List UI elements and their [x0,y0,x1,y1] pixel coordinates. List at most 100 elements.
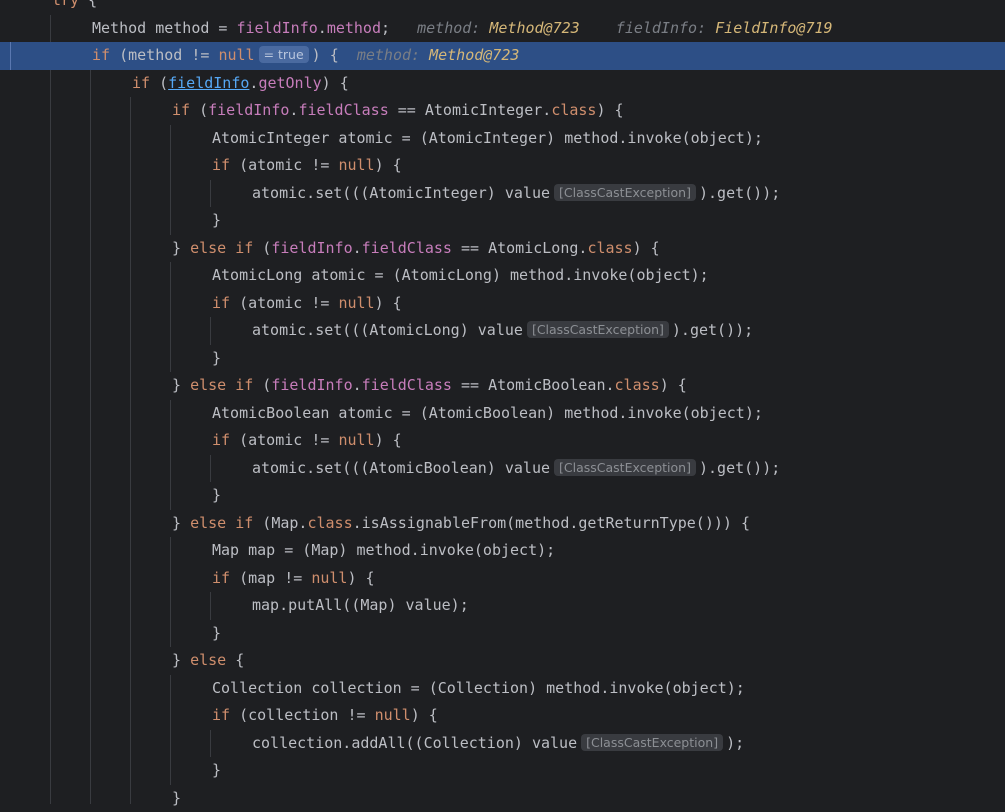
code-line[interactable]: Collection collection = (Collection) met… [0,675,1005,703]
code-line[interactable]: AtomicInteger atomic = (AtomicInteger) m… [0,125,1005,153]
code-token: ( [253,239,271,257]
code-token: null [375,706,411,724]
code-token: if [212,431,230,449]
line-code: try { [52,0,97,15]
code-token: AtomicBoolean atomic = (AtomicBoolean) m… [212,404,763,422]
code-token: ) { [375,431,402,449]
line-code: AtomicInteger atomic = (AtomicInteger) m… [212,125,763,153]
code-token: == AtomicLong. [452,239,587,257]
code-line[interactable]: } [0,757,1005,785]
code-token: } [212,624,221,642]
code-token: ) { [312,46,339,64]
code-line[interactable]: atomic.set(((AtomicBoolean) value[ClassC… [0,455,1005,483]
code-token: . [353,239,362,257]
debug-inline-value: Method@723 [489,19,579,37]
code-token: (map != [230,569,311,587]
code-token: class [307,514,352,532]
code-line[interactable]: } [0,620,1005,648]
code-line[interactable]: AtomicBoolean atomic = (AtomicBoolean) m… [0,400,1005,428]
code-token: AtomicLong atomic = (AtomicLong) method.… [212,266,709,284]
code-line[interactable]: if (atomic != null) { [0,290,1005,318]
debug-inlay-hint: [ClassCastException] [554,459,696,476]
code-token: } [212,761,221,779]
code-token: (Map. [253,514,307,532]
code-token: ).get()); [672,321,753,339]
debug-inline-value: method: [390,19,489,37]
code-line[interactable]: atomic.set(((AtomicInteger) value[ClassC… [0,180,1005,208]
line-code: } [212,482,221,510]
code-token: else if [190,376,253,394]
code-token: . [353,376,362,394]
line-code: } else if (Map.class.isAssignableFrom(me… [172,510,750,538]
code-token: == AtomicBoolean. [452,376,615,394]
code-token: atomic.set(((AtomicInteger) value [252,184,550,202]
line-code: } [212,757,221,785]
code-line[interactable]: Map map = (Map) method.invoke(object); [0,537,1005,565]
code-token: ; [381,19,390,37]
code-token: else if [190,239,253,257]
line-code: if (atomic != null) { [212,152,402,180]
code-line[interactable]: map.putAll((Map) value); [0,592,1005,620]
code-editor[interactable]: try {Method method = fieldInfo.method; m… [0,0,1005,804]
line-code: atomic.set(((AtomicLong) value[ClassCast… [252,317,753,345]
code-line[interactable]: if (map != null) { [0,565,1005,593]
code-line[interactable]: } else if (fieldInfo.fieldClass == Atomi… [0,235,1005,263]
code-token: ( [253,376,271,394]
line-code: } [212,207,221,235]
code-line[interactable]: } [0,345,1005,373]
line-code: AtomicBoolean atomic = (AtomicBoolean) m… [212,400,763,428]
code-line[interactable]: } [0,207,1005,235]
code-token: else [190,651,226,669]
code-line[interactable]: if (atomic != null) { [0,427,1005,455]
code-token: ).get()); [699,184,780,202]
code-line[interactable]: if (fieldInfo.getOnly) { [0,70,1005,98]
code-token: { [79,0,97,9]
code-token: if [92,46,110,64]
code-token: null [218,46,254,64]
code-token: ( [150,74,168,92]
code-token: (method != [110,46,218,64]
code-line[interactable]: } [0,785,1005,812]
code-line[interactable]: Method method = fieldInfo.method; method… [0,15,1005,43]
code-line[interactable]: atomic.set(((AtomicLong) value[ClassCast… [0,317,1005,345]
line-code: Collection collection = (Collection) met… [212,675,745,703]
code-link[interactable]: fieldInfo [168,74,249,92]
code-token: ) { [375,294,402,312]
code-line[interactable]: if (fieldInfo.fieldClass == AtomicIntege… [0,97,1005,125]
code-token: fieldClass [298,101,388,119]
code-token: null [338,156,374,174]
code-token: (atomic != [230,294,338,312]
code-line[interactable]: } else if (fieldInfo.fieldClass == Atomi… [0,372,1005,400]
code-line[interactable]: } else if (Map.class.isAssignableFrom(me… [0,510,1005,538]
code-token: } [172,514,190,532]
code-token: if [212,294,230,312]
code-line[interactable]: } else { [0,647,1005,675]
code-token: if [212,156,230,174]
code-token: } [212,486,221,504]
code-token: } [212,211,221,229]
line-code: atomic.set(((AtomicInteger) value[ClassC… [252,180,780,208]
code-token: ) { [633,239,660,257]
execution-point-line[interactable]: if (method != null= true) { method: Meth… [0,42,1005,70]
code-token: } [172,376,190,394]
debug-inlay-hint: = true [259,46,309,63]
line-code: collection.addAll((Collection) value[Cla… [252,730,744,758]
debug-inlay-hint: [ClassCastException] [581,734,723,751]
debug-inlay-hint: [ClassCastException] [527,321,669,338]
code-line[interactable]: AtomicLong atomic = (AtomicLong) method.… [0,262,1005,290]
code-line[interactable]: if (collection != null) { [0,702,1005,730]
code-line[interactable]: collection.addAll((Collection) value[Cla… [0,730,1005,758]
debug-inline-value: fieldInfo: [580,19,715,37]
code-token: ).get()); [699,459,780,477]
line-code: } [212,345,221,373]
code-token: if [212,569,230,587]
line-code: if (atomic != null) { [212,427,402,455]
code-line[interactable]: if (atomic != null) { [0,152,1005,180]
code-token: ( [190,101,208,119]
code-line[interactable]: } [0,482,1005,510]
code-token: ); [726,734,744,752]
debug-inlay-hint: [ClassCastException] [554,184,696,201]
code-line[interactable]: try { [0,0,1005,15]
code-token: Method method = [92,19,237,37]
code-token: if [172,101,190,119]
